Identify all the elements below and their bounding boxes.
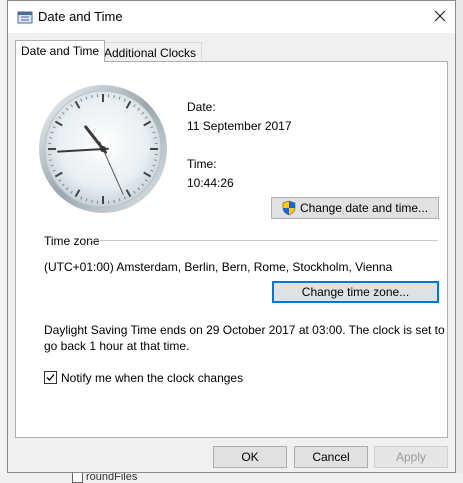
clock-minute-mark xyxy=(113,199,115,203)
cancel-button[interactable]: Cancel xyxy=(294,446,368,468)
clock-minute-mark xyxy=(91,199,93,203)
time-zone-section-label: Time zone xyxy=(44,234,100,248)
date-label: Date: xyxy=(187,100,216,114)
clock-minute-mark xyxy=(153,159,157,161)
clock-calendar-icon xyxy=(17,11,33,24)
change-time-zone-button[interactable]: Change time zone... xyxy=(272,281,439,303)
clock-minute-mark xyxy=(153,137,157,139)
close-icon xyxy=(434,10,446,22)
uac-shield-icon xyxy=(282,200,296,216)
background-window-right xyxy=(456,0,463,483)
tab-panel: Date: 11 September 2017 Time: 10:44:26 C… xyxy=(15,61,448,438)
clock-center xyxy=(100,146,106,152)
clock-minute-mark xyxy=(49,137,53,139)
change-date-time-button[interactable]: Change date and time... xyxy=(271,197,439,219)
apply-button[interactable]: Apply xyxy=(374,446,448,468)
time-label: Time: xyxy=(187,157,217,171)
date-value: 11 September 2017 xyxy=(187,119,292,133)
date-time-dialog: Date and Time Date and Time Additional C… xyxy=(7,0,456,473)
background-window-left xyxy=(0,0,7,483)
background-window-bottom xyxy=(0,473,463,483)
ok-button[interactable]: OK xyxy=(213,446,287,468)
title-bar: Date and Time xyxy=(8,1,455,33)
analog-clock xyxy=(39,85,167,213)
clock-minute-mark xyxy=(113,95,115,99)
dst-info-line-1: Daylight Saving Time ends on 29 October … xyxy=(44,323,445,337)
close-button[interactable] xyxy=(425,1,455,31)
tab-additional-clocks[interactable]: Additional Clocks xyxy=(98,42,203,60)
clock-minute-mark xyxy=(91,95,93,99)
notify-label[interactable]: Notify me when the clock changes xyxy=(61,371,243,385)
change-date-time-label: Change date and time... xyxy=(299,201,429,215)
window-title: Date and Time xyxy=(38,9,123,24)
time-zone-value: (UTC+01:00) Amsterdam, Berlin, Bern, Rom… xyxy=(44,260,393,274)
checkmark-icon xyxy=(46,374,55,381)
time-zone-divider xyxy=(91,240,438,241)
clock-minute-mark xyxy=(49,159,53,161)
dst-info-line-2: go back 1 hour at that time. xyxy=(44,339,190,353)
background-checkbox xyxy=(72,472,83,483)
notify-checkbox[interactable] xyxy=(44,371,57,384)
tab-date-and-time[interactable]: Date and Time xyxy=(15,40,106,62)
time-value: 10:44:26 xyxy=(187,176,234,190)
